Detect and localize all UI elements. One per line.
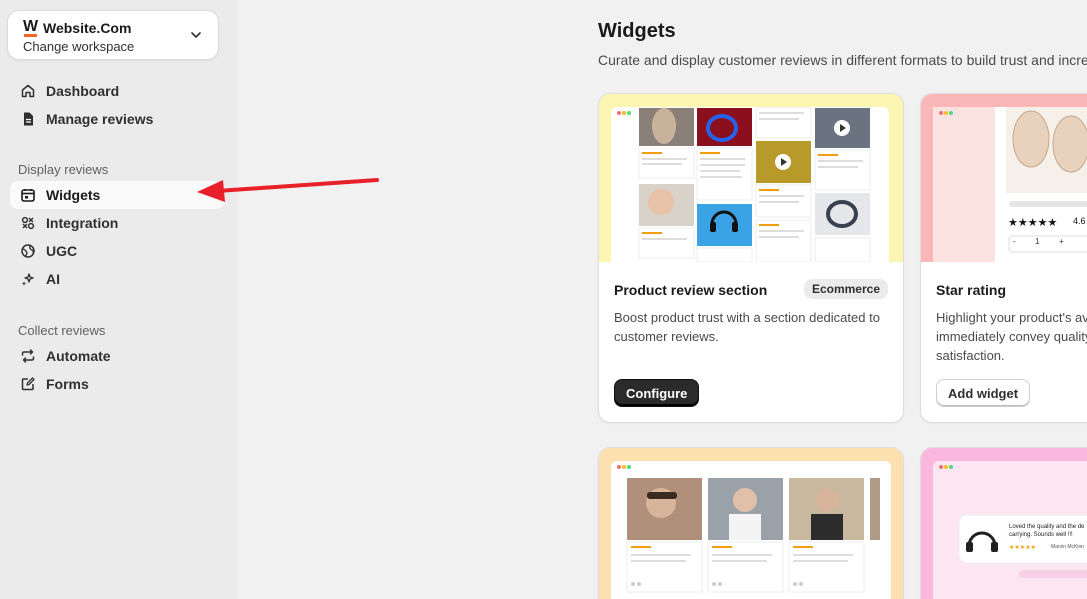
sidebar-item-ugc[interactable]: UGC	[10, 237, 224, 265]
sidebar-item-label: Forms	[46, 376, 89, 392]
popup-review-author: Marvin McKinn	[1051, 544, 1085, 550]
widget-card-carousel	[598, 447, 904, 599]
widget-icon	[21, 189, 35, 202]
page-description: Curate and display customer reviews in d…	[598, 52, 1087, 68]
svg-text:★★★★★: ★★★★★	[1008, 216, 1057, 229]
carousel-preview-illustration	[611, 461, 891, 599]
configure-button[interactable]: Configure	[614, 379, 700, 407]
sidebar-item-label: AI	[46, 271, 60, 287]
sidebar-item-label: UGC	[46, 243, 78, 259]
sidebar-item-label: Automate	[46, 348, 111, 364]
sparkle-icon	[21, 273, 34, 286]
sidebar-item-ai[interactable]: AI	[10, 265, 224, 293]
card-thumbnail	[599, 94, 903, 267]
card-title: Product review section	[614, 282, 768, 298]
card-title: Star rating	[936, 282, 1007, 298]
annotation-arrow	[197, 178, 379, 202]
sidebar-item-label: Manage reviews	[46, 111, 154, 127]
widget-card-popup: ★★★★★ Loved the quality and the de carry…	[920, 447, 1087, 599]
card-thumbnail	[599, 448, 903, 599]
svg-text:★★★★★: ★★★★★	[1009, 544, 1036, 551]
sidebar-item-label: Dashboard	[46, 83, 120, 99]
rating-value: 4.6	[1073, 216, 1086, 226]
edit-form-icon	[21, 377, 35, 391]
widget-card-star-rating: ★★★★★ 4.6 - 1 + Star rating Highlight yo…	[920, 93, 1087, 423]
quantity-minus: -	[1013, 237, 1016, 246]
popup-review-text: Loved the quality and the de carrying. S…	[1009, 524, 1085, 538]
quantity-value: 1	[1035, 237, 1040, 246]
product-review-preview-illustration	[611, 107, 889, 267]
widget-card-product-review: Product review section Ecommerce Boost p…	[598, 93, 904, 423]
globe-icon	[21, 244, 35, 258]
section-label-display: Display reviews	[18, 162, 109, 177]
quantity-plus: +	[1059, 237, 1064, 246]
card-description: Highlight your product's av immediately …	[936, 310, 1087, 363]
repeat-icon	[21, 349, 35, 363]
workspace-switcher[interactable]: W Website.Com Change workspace	[7, 10, 219, 60]
sidebar-item-widgets[interactable]: Widgets	[10, 181, 224, 209]
sidebar-item-forms[interactable]: Forms	[10, 370, 224, 398]
sidebar-item-manage-reviews[interactable]: Manage reviews	[10, 105, 224, 133]
sidebar-item-integration[interactable]: Integration	[10, 209, 224, 237]
sidebar-item-automate[interactable]: Automate	[10, 342, 224, 370]
sidebar-item-label: Integration	[46, 215, 119, 231]
workspace-name: Website.Com	[43, 20, 132, 36]
integration-icon	[21, 216, 35, 230]
sidebar-item-dashboard[interactable]: Dashboard	[10, 77, 224, 105]
workspace-logo: W	[23, 18, 39, 37]
sidebar-item-label: Widgets	[46, 187, 101, 203]
home-icon	[21, 84, 35, 98]
document-icon	[24, 112, 33, 126]
section-label-collect: Collect reviews	[18, 323, 106, 338]
category-badge: Ecommerce	[803, 279, 888, 299]
page-title: Widgets	[598, 20, 676, 42]
card-description: Boost product trust with a section dedic…	[614, 310, 880, 344]
chevron-down-icon	[191, 32, 201, 38]
sidebar: W Website.Com Change workspace Dashboard…	[0, 0, 238, 599]
workspace-subtitle: Change workspace	[23, 39, 135, 54]
add-widget-button[interactable]: Add widget	[936, 379, 1031, 407]
